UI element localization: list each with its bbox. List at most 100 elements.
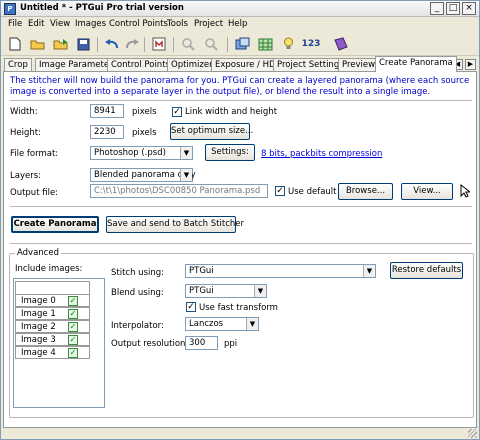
image-row[interactable]: Image 0 ✓ [15,294,90,307]
app-icon: P [4,3,16,15]
align-images-icon[interactable] [150,36,168,52]
tab-optimizer[interactable]: Optimizer [167,58,217,71]
image-name: Image 4 [21,348,56,358]
menu-help[interactable]: Help [228,19,247,29]
status-bar [1,429,479,439]
window-title: Untitled * - PTGui Pro trial version [20,3,184,13]
settings-button[interactable]: Settings: [205,144,255,161]
advanced-legend: Advanced [15,248,61,258]
table-icon[interactable] [256,36,274,52]
open-recent-icon[interactable] [51,36,69,52]
use-default-checkbox[interactable]: ✓ [275,186,285,196]
title-bar: P Untitled * - PTGui Pro trial version _… [1,1,479,17]
include-checkbox[interactable]: ✓ [68,322,78,332]
include-checkbox[interactable]: ✓ [68,296,78,306]
menu-bar: File Edit View Images Control Points Too… [1,17,479,31]
maximize-button[interactable]: □ [446,2,460,15]
interpolator-label: Interpolator: [111,321,164,331]
restore-defaults-button[interactable]: Restore defaults [390,262,463,279]
tab-bar: Crop Image Parameters Control Points Opt… [1,56,479,72]
tab-preview[interactable]: Preview [338,58,380,71]
file-format-value: Photoshop (.psd) [94,148,166,158]
tab-create-panorama[interactable]: Create Panorama [375,56,457,72]
image-row[interactable]: Image 3 ✓ [15,333,90,346]
chevron-down-icon: ▼ [254,285,266,297]
format-settings-link[interactable]: 8 bits, packbits compression [261,149,382,159]
interpolator-select[interactable]: Lanczos ▼ [185,317,259,331]
file-format-label: File format: [10,149,59,159]
menu-tools[interactable]: Tools [167,19,188,29]
image-list-header [15,281,90,295]
tab-project-settings[interactable]: Project Settings [273,58,348,71]
include-checkbox[interactable]: ✓ [68,348,78,358]
tab-control-points[interactable]: Control Points [107,58,174,71]
toolbar: 123 [1,32,479,56]
chevron-down-icon: ▼ [180,147,192,159]
image-row[interactable]: Image 2 ✓ [15,320,90,333]
output-resolution-label: Output resolution: [111,339,189,349]
tab-crop[interactable]: Crop [4,58,32,71]
use-default-label: Use default [288,187,337,197]
numbers-icon[interactable]: 123 [299,36,323,52]
minimize-button[interactable]: _ [430,2,444,15]
stitch-value: PTGui [189,266,214,276]
resize-grip-icon[interactable] [468,429,477,438]
create-panorama-button[interactable]: Create Panorama [11,216,99,233]
include-checkbox[interactable]: ✓ [68,309,78,319]
zoom-in-icon[interactable] [179,36,197,52]
set-optimum-size-button[interactable]: Set optimum size... [170,123,253,140]
height-unit: pixels [132,128,157,138]
file-format-select[interactable]: Photoshop (.psd) ▼ [90,146,193,160]
menu-project[interactable]: Project [194,19,223,29]
menu-edit[interactable]: Edit [28,19,44,29]
width-input[interactable]: 8941 [90,104,124,118]
layers-label: Layers: [10,171,41,181]
tab-scroll-right-icon[interactable]: ▶ [465,59,476,70]
lightbulb-icon[interactable] [279,36,297,52]
menu-control-points[interactable]: Control Points [109,19,168,29]
divider [10,243,472,244]
zoom-out-icon[interactable] [202,36,220,52]
include-checkbox[interactable]: ✓ [68,335,78,345]
fast-transform-checkbox[interactable]: ✓ [186,302,196,312]
menu-images[interactable]: Images [75,19,106,29]
main-window: P Untitled * - PTGui Pro trial version _… [0,0,480,440]
stitch-select[interactable]: PTGui ▼ [185,264,376,278]
chevron-down-icon: ▼ [363,265,375,277]
batch-stitcher-button[interactable]: Save and send to Batch Stitcher [106,216,244,233]
blend-select[interactable]: PTGui ▼ [185,284,267,298]
image-name: Image 2 [21,322,56,332]
include-images-label: Include images: [15,264,83,274]
divider [10,206,472,207]
panorama-editor-icon[interactable] [233,36,251,52]
save-disk-icon[interactable] [74,36,92,52]
output-file-input[interactable]: C:\t\1\photos\DSC00850 Panorama.psd [90,184,268,198]
link-checkbox[interactable]: ✓ [172,107,182,117]
open-folder-icon[interactable] [28,36,46,52]
undo-icon[interactable] [102,36,120,52]
image-name: Image 1 [21,309,56,319]
output-file-label: Output file: [10,188,59,198]
redo-icon[interactable] [123,36,141,52]
resolution-unit: ppi [224,339,238,349]
height-label: Height: [10,128,41,138]
create-panorama-panel: The stitcher will now build the panorama… [3,71,477,428]
browse-button[interactable]: Browse... [338,183,393,200]
height-input[interactable]: 2230 [90,125,124,139]
menu-file[interactable]: File [8,19,22,29]
menu-view[interactable]: View [50,19,70,29]
image-name: Image 0 [21,296,56,306]
mouse-cursor-icon [460,183,472,200]
output-resolution-input[interactable]: 300 [185,336,218,350]
blend-label: Blend using: [111,288,164,298]
image-row[interactable]: Image 4 ✓ [15,346,90,359]
image-row[interactable]: Image 1 ✓ [15,307,90,320]
close-button[interactable]: × [462,2,476,15]
image-name: Image 3 [21,335,56,345]
layers-select[interactable]: Blended panorama only ▼ [90,168,196,182]
view-button[interactable]: View... [401,183,453,200]
new-document-icon[interactable] [6,36,24,52]
batch-book-icon[interactable] [331,36,349,52]
link-label: Link width and height [185,107,278,117]
interpolator-value: Lanczos [189,319,224,329]
